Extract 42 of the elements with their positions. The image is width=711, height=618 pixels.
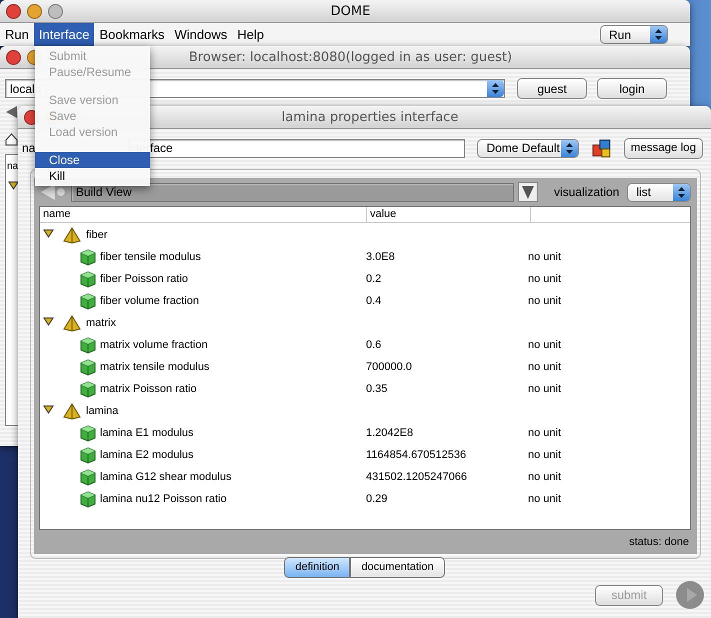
parameter-name: matrix tensile modulus [100,361,210,373]
parameter-unit: no unit [528,273,562,285]
window-title: Browser: localhost:8080(logged in as user: guest) [188,50,512,64]
name-label: na [22,141,36,155]
status-text: status: done [629,536,689,548]
parameter-unit: no unit [528,427,562,439]
parameter-unit: no unit [528,383,562,395]
parameter-value: 700000.0 [366,361,412,373]
parameter-value: 1164854.670512536 [366,449,466,461]
visualization-label: visualization [554,185,620,199]
parameter-name: fiber Poisson ratio [100,273,188,285]
parameter-unit: no unit [528,251,562,263]
parameter-value: 0.35 [366,383,388,395]
column-header: name [40,207,367,222]
group-name: fiber [86,229,108,241]
parameter-value: 0.29 [366,493,388,505]
parameter-name: matrix Poisson ratio [100,383,197,395]
parameter-value: 3.0E8 [366,251,395,263]
parameter-value: 0.6 [366,339,382,351]
parameter-name: fiber volume fraction [100,295,200,307]
column-header: value [367,207,531,222]
window-title: lamina properties interface [282,110,458,124]
parameter-name: lamina nu12 Poisson ratio [100,493,227,505]
parameter-value: 431502.1205247066 [366,471,467,483]
group-name: lamina [86,405,118,417]
parameter-unit: no unit [528,361,562,373]
parameter-name: fiber tensile modulus [100,251,201,263]
column-header: na [7,161,18,172]
parameter-unit: no unit [528,449,562,461]
parameter-unit: no unit [528,471,562,483]
parameter-unit: no unit [528,339,562,351]
parameter-name: lamina G12 shear modulus [100,471,232,483]
parameter-unit: no unit [528,493,562,505]
window-title: DOME [330,4,370,18]
parameter-name: matrix volume fraction [100,339,208,351]
parameter-value: 1.2042E8 [366,427,414,439]
parameter-value: 0.4 [366,295,382,307]
parameter-value: 0.2 [366,273,382,285]
parameter-name: lamina E1 modulus [100,427,194,439]
parameter-unit: no unit [528,295,562,307]
group-name: matrix [86,317,116,329]
parameter-name: lamina E2 modulus [100,449,194,461]
